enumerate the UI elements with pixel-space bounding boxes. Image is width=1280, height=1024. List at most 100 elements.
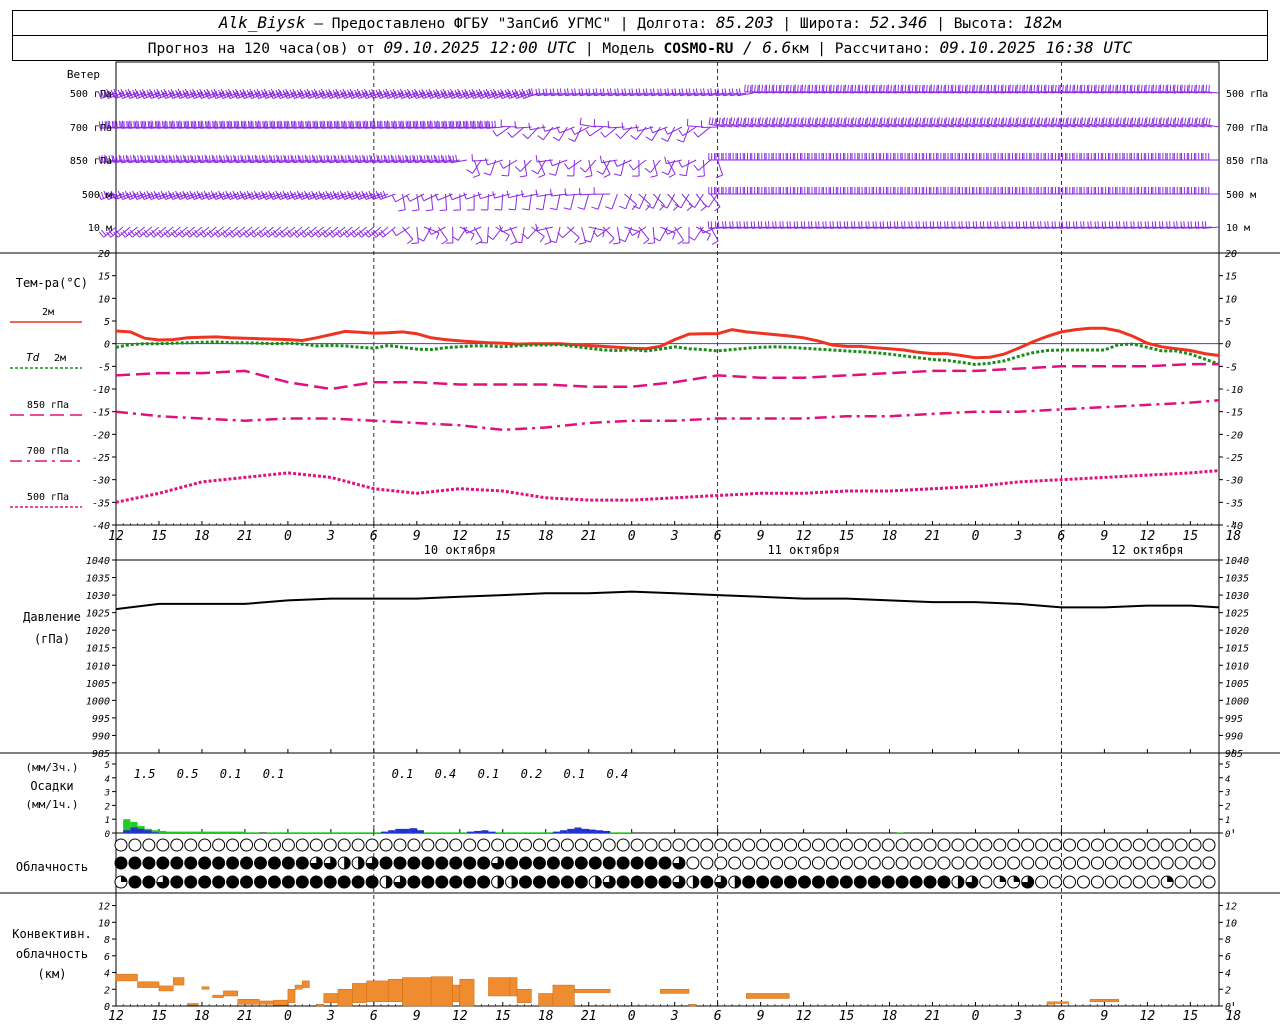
wind-barb-feather: [237, 121, 240, 129]
wind-barb-feather: [1191, 117, 1194, 125]
wind-barb-feather: [273, 121, 276, 129]
cloud-circle: [881, 875, 895, 889]
cloud-cell: [825, 856, 839, 870]
wind-barb-feather: [1036, 85, 1039, 93]
wind-barb: [787, 187, 804, 195]
cloud-cell: [1146, 838, 1160, 852]
conv-cloud-bar-14: [316, 1004, 324, 1007]
cloud-cell: [309, 875, 323, 889]
wind-barb-feather: [608, 238, 615, 244]
wind-barb-feather: [1065, 118, 1068, 126]
cloud-fill: [957, 876, 964, 888]
wind-barb-feather: [306, 121, 309, 129]
wind-barb-feather: [428, 121, 431, 129]
wind-barb-feather: [957, 85, 960, 93]
temp-ytick-label-l-8: -20: [92, 430, 110, 441]
cloud-cell: [267, 856, 281, 870]
wind-barb-feather: [1073, 84, 1076, 92]
wind-barb-feather: [804, 117, 807, 125]
precip-bar-rain: [352, 832, 360, 833]
cloud-cell: [616, 875, 630, 889]
wind-barb-feather: [947, 117, 950, 125]
cloud-circle: [323, 875, 337, 889]
wind-barb-feather: [865, 221, 867, 229]
wind-barb-feather: [735, 118, 738, 126]
wind-barb-feather: [749, 85, 752, 93]
cloud-fill: [734, 876, 741, 888]
wind-barb: [808, 187, 826, 195]
cloud-circle: [1160, 838, 1174, 852]
cloud-circle: [142, 875, 156, 889]
wind-barb-feather: [233, 120, 236, 128]
wind-barb-feather: [811, 117, 814, 125]
cloud-cell: [644, 856, 658, 870]
wind-barb: [1080, 153, 1098, 161]
cloud-cell: [839, 856, 853, 870]
wind-barb-feather: [700, 206, 707, 212]
wind-barb-feather: [1007, 85, 1010, 93]
wind-barb-feather: [1019, 84, 1021, 92]
cloud-circle: [226, 838, 240, 852]
wind-barb: [937, 187, 954, 195]
temp-xtick-label-21: 3: [1014, 529, 1023, 544]
wind-barb-feather: [818, 221, 820, 229]
wind-barb-feather: [1100, 118, 1104, 126]
wind-barb: [579, 159, 597, 173]
cloud-cell: [267, 838, 281, 852]
precip-bar-rain: [330, 832, 339, 833]
cloud-cell: [337, 856, 351, 870]
precip-unit-1h: (мм/1ч.): [26, 798, 79, 811]
wind-barb: [563, 193, 575, 211]
wind-barb: [638, 226, 650, 245]
wind-barb-feather: [1155, 117, 1158, 125]
wind-barb-feather: [252, 121, 254, 129]
precip-bar-rain: [316, 832, 324, 833]
wind-barb-feather: [615, 133, 621, 139]
wind-barb-feather: [519, 175, 527, 178]
wind-barb-feather: [887, 84, 890, 92]
wind-barb-feather: [987, 221, 989, 229]
cloud-circle: [240, 838, 254, 852]
wind-barb-feather: [187, 121, 190, 129]
cloud-cell: [184, 875, 198, 889]
wind-barb-shaft: [457, 226, 468, 241]
cloud-cell: [784, 838, 798, 852]
wind-barb-feather: [398, 209, 406, 212]
wind-barb-feather: [549, 188, 552, 197]
wind-barb-feather: [351, 191, 355, 199]
wind-barb-feather: [714, 221, 717, 229]
wind-barb-feather: [1088, 117, 1091, 125]
wind-barb-feather: [757, 118, 760, 126]
wind-barb-feather: [840, 117, 843, 125]
temp-xtick-label-22: 6: [1058, 529, 1066, 544]
wind-barb-feather: [535, 189, 538, 197]
wind-barb-feather: [1176, 84, 1179, 92]
cloud-cell: [1007, 838, 1021, 852]
wind-barb: [1181, 153, 1198, 161]
conv-cloud-bar-26: [516, 989, 532, 1003]
wind-barb-feather: [214, 120, 217, 128]
wind-barb-feather: [522, 208, 530, 211]
wind-barb-feather: [1109, 84, 1112, 92]
wind-barb-feather: [872, 221, 875, 229]
cloud-cell: [895, 875, 909, 889]
temp-ytick-label-r-5: -5: [1225, 362, 1237, 373]
precip-ytick-label-r-1: 4: [1225, 775, 1230, 785]
precip-bar-conv: [560, 830, 568, 833]
wind-barb-feather: [1050, 118, 1054, 126]
wind-barb-feather: [538, 174, 546, 178]
wind-barb-feather: [1008, 221, 1011, 229]
wind-barb-feather: [1030, 221, 1032, 229]
wind-barb: [1166, 153, 1184, 161]
wind-barb-feather: [405, 120, 408, 128]
cloud-cell: [616, 838, 630, 852]
temp-ytick-label-r-9: -25: [1225, 453, 1243, 464]
wind-barb: [865, 187, 883, 195]
conv-cloud-bar-4: [187, 1003, 199, 1006]
wind-barb-feather: [724, 221, 727, 229]
cloud-circle: [1104, 838, 1118, 852]
cloud-circle: [728, 856, 742, 870]
wind-barb-feather: [994, 84, 997, 92]
temp-ytick-label-l-4: 0: [104, 340, 110, 351]
precip-bar-rain: [252, 832, 260, 833]
